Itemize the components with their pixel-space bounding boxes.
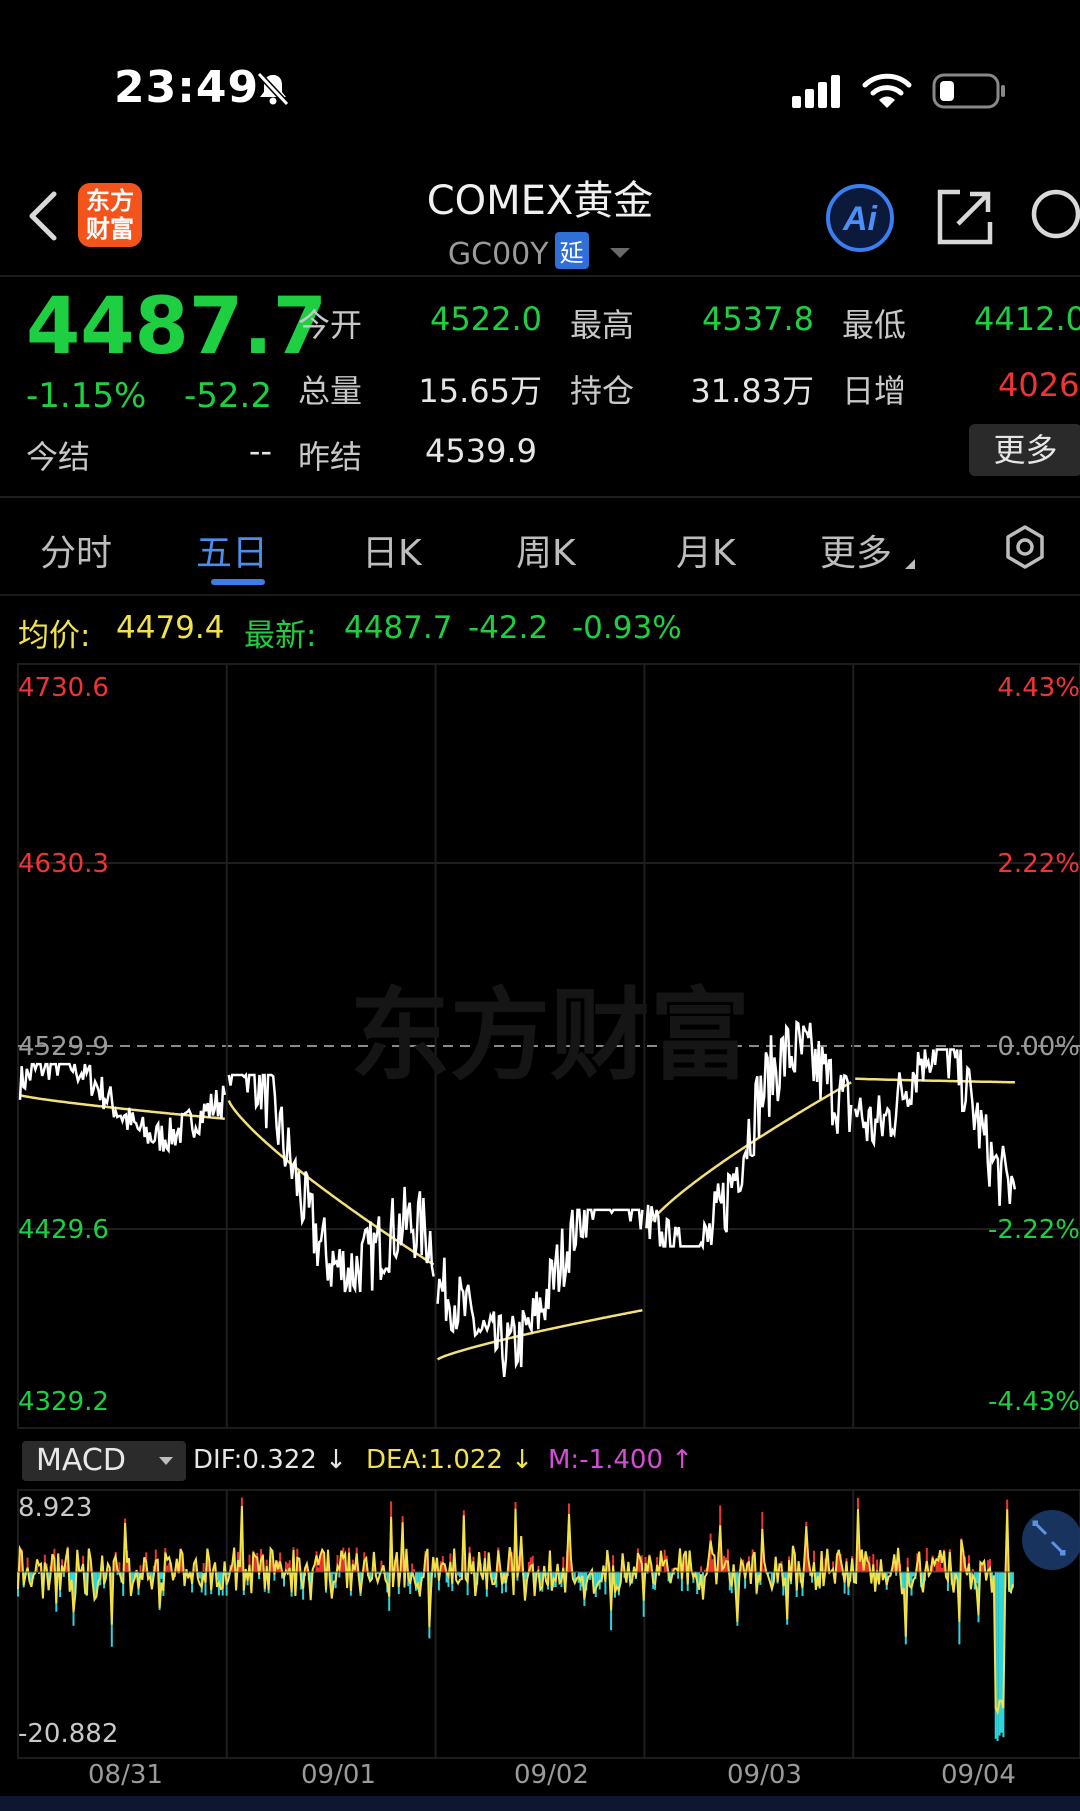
chart-settings-icon[interactable] [1002, 524, 1048, 570]
tab-daily-k[interactable]: 日K [362, 524, 422, 576]
y-axis-left-tick: 4529.9 [18, 1032, 109, 1062]
tab-intraday[interactable]: 分时 [40, 524, 112, 576]
y-axis-right-tick: -4.43% [988, 1387, 1080, 1417]
indicator-name: MACD [36, 1443, 126, 1478]
price-line-day-5 [853, 1048, 1017, 1206]
open-label: 今开 [298, 306, 363, 344]
y-axis-right-tick: 4.43% [997, 673, 1080, 703]
ai-assistant-icon[interactable]: Ai [824, 182, 896, 254]
latest-change-value: -42.2 [468, 610, 549, 646]
bottom-bar [0, 1796, 1080, 1811]
daily-increase-label: 日增 [842, 372, 907, 410]
settle-label: 今结 [26, 438, 91, 476]
chart-watermark: 东方财富 [350, 977, 750, 1094]
bell-muted-icon [256, 71, 290, 107]
y-axis-left-tick: 4329.2 [18, 1387, 109, 1417]
latest-price-value: 4487.7 [344, 610, 453, 646]
quote-divider [0, 496, 1080, 498]
more-quote-button[interactable]: 更多 [969, 424, 1080, 476]
change-value: -52.2 [184, 376, 272, 416]
open-interest-value: 31.83万 [690, 372, 814, 410]
header-divider [0, 275, 1080, 277]
macd-dea: DEA:1.022 ↓ [366, 1445, 534, 1475]
open-interest-label: 持仓 [570, 372, 635, 410]
y-axis-left-tick: 4730.6 [18, 673, 109, 703]
date-label-1: 09/01 [301, 1760, 376, 1790]
date-label-4: 09/04 [941, 1760, 1016, 1790]
search-icon[interactable] [1028, 184, 1080, 246]
date-label-0: 08/31 [88, 1760, 163, 1790]
avg-price-line-day-4 [645, 1081, 852, 1229]
macd-m: M:-1.400 ↑ [548, 1445, 694, 1475]
corner-triangle-icon [905, 559, 916, 569]
last-price: 4487.7 [26, 282, 327, 372]
wifi-icon [862, 73, 912, 108]
svg-text:Ai: Ai [842, 200, 879, 238]
prev-settle-label: 昨结 [298, 438, 363, 476]
signal-icon [792, 75, 840, 108]
high-value: 4537.8 [702, 300, 814, 338]
avg-price-line-day-5 [855, 1077, 1015, 1084]
avg-price-line-day-1 [19, 1093, 225, 1121]
macd-y-min-tick: -20.882 [18, 1719, 118, 1749]
fullscreen-icon[interactable] [1020, 1508, 1080, 1572]
volume-label: 总量 [298, 372, 363, 410]
indicator-selector[interactable]: MACD [22, 1441, 186, 1481]
settle-value: -- [248, 432, 272, 470]
tabs-divider [0, 594, 1080, 596]
prev-settle-value: 4539.9 [425, 432, 537, 470]
symbol-code-selector[interactable]: GC00Y 延 [0, 232, 1080, 272]
status-time: 23:49 [114, 62, 260, 113]
delay-badge: 延 [554, 232, 589, 269]
tab-more[interactable]: 更多 [820, 524, 917, 576]
dropdown-icon [159, 1457, 173, 1465]
avg-price-value: 4479.4 [116, 610, 225, 646]
low-value: 4412.0 [974, 300, 1080, 338]
macd-chart[interactable]: 8.923 -20.882 [0, 1488, 1080, 1760]
y-axis-left-tick: 4630.3 [18, 849, 109, 879]
symbol-code: GC00Y [447, 237, 549, 272]
macd-dif: DIF:0.322 ↓ [193, 1445, 347, 1475]
volume-value: 15.65万 [418, 372, 542, 410]
latest-change-percent: -0.93% [572, 610, 682, 646]
tab-more-label: 更多 [820, 533, 893, 574]
date-label-2: 09/02 [514, 1760, 589, 1790]
high-label: 最高 [570, 306, 635, 344]
page-title: COMEX黄金 [426, 178, 654, 224]
y-axis-right-tick: -2.22% [988, 1215, 1080, 1245]
y-axis-left-tick: 4429.6 [18, 1215, 109, 1245]
avg-price-label: 均价: [18, 618, 91, 654]
latest-price-label: 最新: [244, 618, 317, 654]
battery-icon [932, 73, 1005, 109]
date-label-3: 09/03 [727, 1760, 802, 1790]
share-icon[interactable] [934, 186, 996, 248]
macd-frame [17, 1489, 1080, 1759]
dropdown-icon [610, 248, 631, 258]
macd-dea-line [17, 1505, 1014, 1716]
low-label: 最低 [842, 306, 907, 344]
tab-monthly-k[interactable]: 月K [676, 524, 736, 576]
daily-increase-value: 4026 [998, 366, 1080, 404]
open-value: 4522.0 [430, 300, 542, 338]
price-line-day-3 [436, 1208, 644, 1378]
y-axis-right-tick: 0.00% [997, 1032, 1080, 1062]
price-line-day-2 [227, 1072, 435, 1294]
macd-y-max-tick: 8.923 [18, 1493, 92, 1523]
active-tab-indicator [211, 579, 265, 585]
tab-five-day[interactable]: 五日 [196, 524, 268, 576]
y-axis-right-tick: 2.22% [997, 849, 1080, 879]
five-day-price-chart[interactable]: 东方财富 4730.6 4.43% 4630.3 2.22% 4529.9 0.00% 44… [0, 660, 1080, 1432]
change-percent: -1.15% [26, 376, 147, 416]
tab-weekly-k[interactable]: 周K [516, 524, 576, 576]
